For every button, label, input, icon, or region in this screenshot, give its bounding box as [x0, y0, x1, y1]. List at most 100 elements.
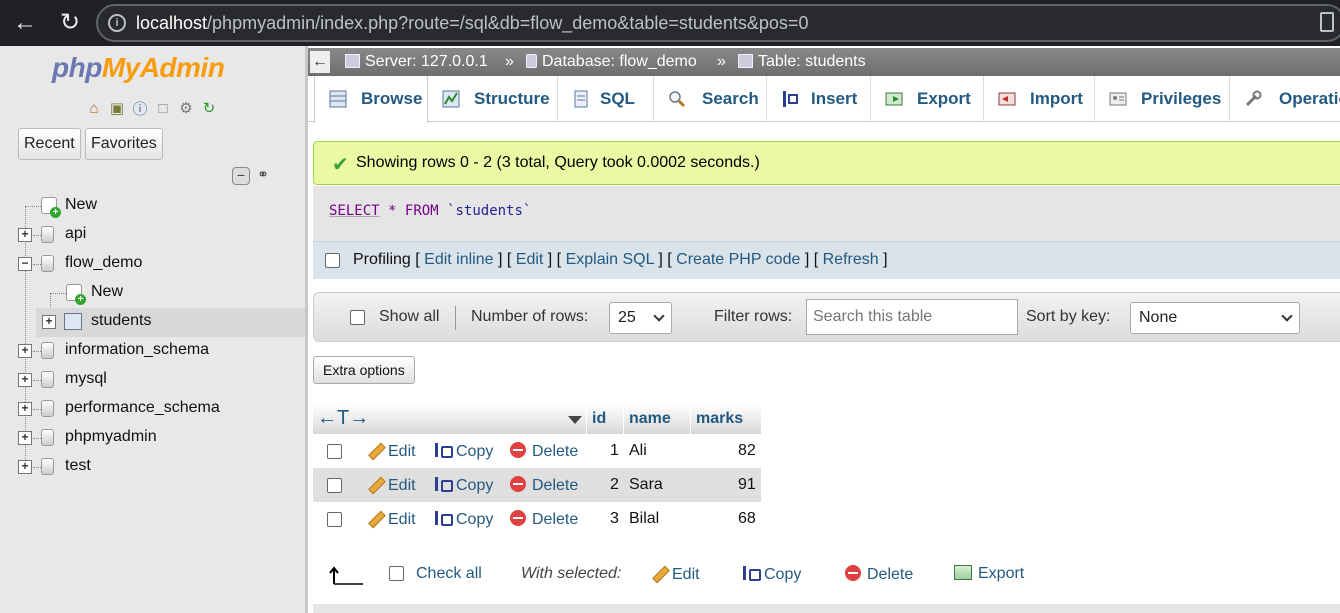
row-copy-link[interactable]: Copy: [433, 476, 493, 495]
tree-item-flow-demo[interactable]: − flow_demo: [0, 250, 305, 279]
bulk-edit-button[interactable]: Edit: [649, 565, 700, 584]
tab-insert[interactable]: Insert: [767, 76, 871, 122]
refresh-link[interactable]: Refresh: [823, 251, 879, 268]
show-all-checkbox[interactable]: [350, 310, 365, 325]
new-db-icon: [41, 197, 61, 218]
profiling-checkbox[interactable]: [325, 253, 340, 268]
expand-icon[interactable]: +: [18, 402, 32, 416]
tree-item-phpmyadmin[interactable]: + phpmyadmin: [0, 424, 305, 453]
bulk-copy-button[interactable]: Copy: [741, 565, 801, 584]
edit-inline-link[interactable]: Edit inline: [424, 251, 493, 268]
row-edit-link[interactable]: Edit: [365, 476, 416, 495]
row-checkbox[interactable]: [327, 444, 342, 459]
extra-options-button[interactable]: Extra options: [313, 356, 415, 384]
home-icon[interactable]: ⌂: [84, 98, 104, 118]
search-icon: [669, 91, 686, 108]
create-php-code-link[interactable]: Create PHP code: [676, 251, 800, 268]
tree-item-new[interactable]: New: [0, 192, 305, 221]
docs-icon[interactable]: □: [153, 98, 173, 118]
collapse-nav-icon[interactable]: ←: [310, 51, 330, 73]
edit-link[interactable]: Edit: [516, 251, 544, 268]
tab-import[interactable]: Import: [984, 76, 1095, 122]
database-icon: [41, 429, 54, 446]
tree-item-information-schema[interactable]: + information_schema: [0, 337, 305, 366]
check-all-label[interactable]: Check all: [416, 565, 482, 583]
row-delete-link[interactable]: Delete: [510, 442, 578, 461]
phpmyadmin-logo[interactable]: phpMyAdmin: [52, 52, 225, 84]
breadcrumb-database[interactable]: Database: flow_demo: [526, 53, 697, 71]
check-all-checkbox[interactable]: [389, 566, 404, 581]
tab-structure[interactable]: Structure: [428, 76, 558, 122]
cell-id[interactable]: 1: [610, 442, 619, 460]
expand-icon[interactable]: +: [42, 315, 56, 329]
cell-marks[interactable]: 91: [738, 476, 756, 494]
expand-icon[interactable]: +: [18, 460, 32, 474]
cell-name[interactable]: Bilal: [629, 510, 659, 528]
column-header-id[interactable]: id: [592, 410, 606, 428]
sort-dropdown-icon[interactable]: [568, 416, 582, 424]
row-edit-link[interactable]: Edit: [365, 510, 416, 529]
copy-icon: [741, 565, 761, 581]
help-icon[interactable]: ⓘ: [130, 98, 150, 118]
back-arrow-icon[interactable]: ←: [10, 8, 40, 38]
explain-sql-link[interactable]: Explain SQL: [566, 251, 654, 268]
sql-query[interactable]: SELECT * FROM `students`: [329, 203, 531, 219]
link-icon[interactable]: ⚭: [254, 167, 272, 185]
cell-marks[interactable]: 82: [738, 442, 756, 460]
url-text[interactable]: localhost/phpmyadmin/index.php?route=/sq…: [136, 13, 808, 34]
expand-icon[interactable]: +: [18, 431, 32, 445]
collapse-all-icon[interactable]: −: [232, 167, 250, 185]
column-header-marks[interactable]: marks: [696, 410, 743, 428]
collapse-icon[interactable]: −: [18, 257, 32, 271]
bulk-delete-button[interactable]: Delete: [845, 565, 913, 584]
info-icon[interactable]: i: [108, 14, 126, 32]
column-header-name[interactable]: name: [629, 410, 671, 428]
tree-item-students[interactable]: + students: [36, 308, 305, 337]
filter-rows-label: Filter rows:: [714, 308, 793, 325]
address-bar[interactable]: i localhost/phpmyadmin/index.php?route=/…: [96, 4, 1340, 42]
tab-search[interactable]: Search: [654, 76, 767, 122]
cell-marks[interactable]: 68: [738, 510, 756, 528]
cell-name[interactable]: Sara: [629, 476, 663, 494]
sql-query-box[interactable]: SELECT * FROM `students`: [313, 186, 1340, 241]
column-resize-arrows-icon[interactable]: ←T→: [317, 407, 369, 430]
tree-item-performance-schema[interactable]: + performance_schema: [0, 395, 305, 424]
row-checkbox[interactable]: [327, 478, 342, 493]
logout-icon[interactable]: ▣: [107, 98, 127, 118]
filter-rows-input[interactable]: [806, 299, 1018, 335]
tab-browse[interactable]: Browse: [314, 76, 428, 123]
number-of-rows-select[interactable]: 25: [609, 302, 672, 334]
tab-privileges[interactable]: Privileges: [1095, 76, 1230, 122]
tab-operations[interactable]: Operations: [1230, 76, 1340, 122]
breadcrumb-table[interactable]: Table: students: [738, 53, 866, 71]
tree-item-api[interactable]: + api: [0, 221, 305, 250]
row-checkbox[interactable]: [327, 512, 342, 527]
sort-by-key-select[interactable]: None: [1130, 302, 1300, 334]
row-copy-link[interactable]: Copy: [433, 510, 493, 529]
browse-icon: [329, 90, 347, 108]
tree-item-mysql[interactable]: + mysql: [0, 366, 305, 395]
bulk-export-button[interactable]: Export: [954, 565, 1024, 583]
breadcrumb-server[interactable]: Server: 127.0.0.1: [345, 53, 488, 71]
cell-id[interactable]: 2: [610, 476, 619, 494]
row-copy-link[interactable]: Copy: [433, 442, 493, 461]
expand-icon[interactable]: +: [18, 344, 32, 358]
expand-icon[interactable]: +: [18, 228, 32, 242]
row-delete-link[interactable]: Delete: [510, 476, 578, 495]
favorites-button[interactable]: Favorites: [85, 128, 163, 160]
recent-button[interactable]: Recent: [18, 128, 81, 160]
table-header: ←T→ id name marks: [313, 404, 761, 434]
refresh-icon[interactable]: ↻: [199, 98, 219, 118]
reader-mode-icon[interactable]: [1320, 12, 1334, 32]
tab-sql[interactable]: SQL: [558, 76, 654, 122]
cell-name[interactable]: Ali: [629, 442, 647, 460]
row-delete-link[interactable]: Delete: [510, 510, 578, 529]
row-edit-link[interactable]: Edit: [365, 442, 416, 461]
tree-item-new-table[interactable]: New: [0, 279, 305, 308]
expand-icon[interactable]: +: [18, 373, 32, 387]
tab-export[interactable]: Export: [871, 76, 984, 122]
gear-icon[interactable]: ⚙: [176, 98, 196, 118]
reload-icon[interactable]: ↻: [55, 8, 85, 38]
tree-item-test[interactable]: + test: [0, 453, 305, 482]
cell-id[interactable]: 3: [610, 510, 619, 528]
